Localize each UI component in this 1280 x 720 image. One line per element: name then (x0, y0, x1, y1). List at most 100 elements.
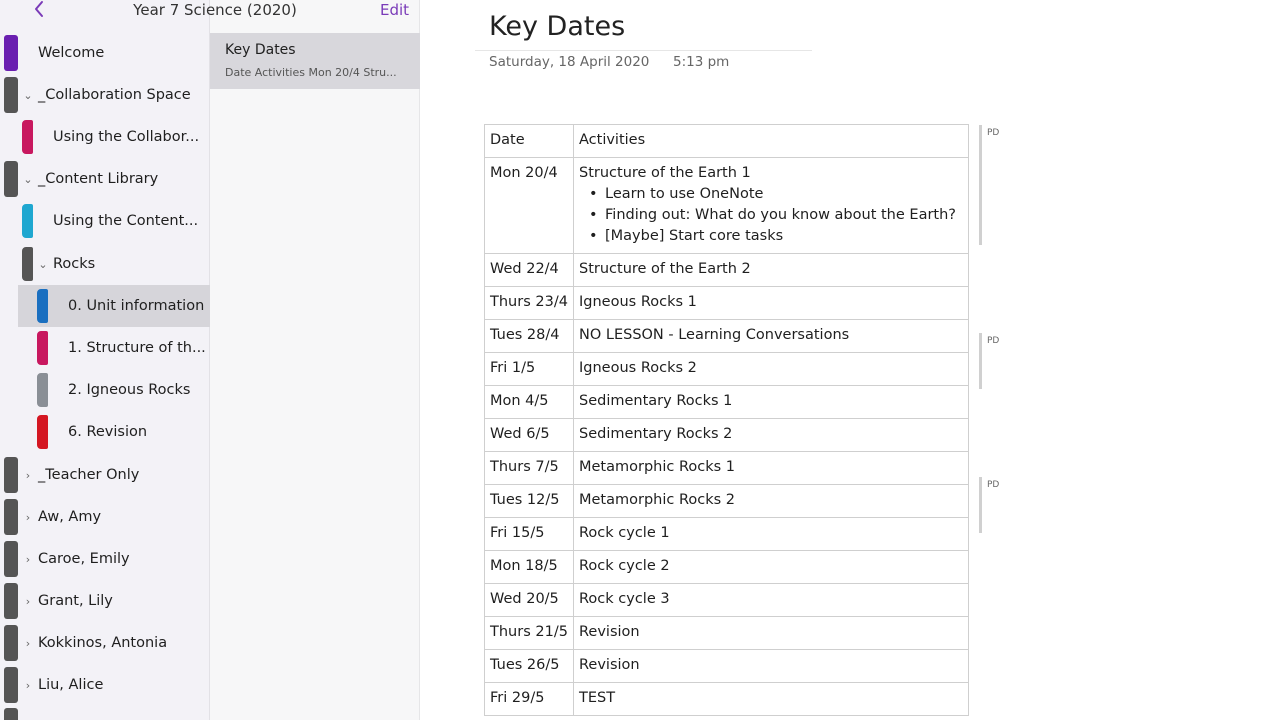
date-cell[interactable]: Fri 15/5 (484, 517, 574, 551)
date-cell[interactable]: Thurs 21/5 (484, 616, 574, 650)
date-cell[interactable]: Tues 12/5 (484, 484, 574, 518)
nav-group-rocks[interactable]: ⌄ Rocks (0, 243, 210, 285)
chevron-right-icon[interactable]: › (23, 595, 33, 608)
activity-cell[interactable]: TEST (573, 682, 969, 716)
table-row: Mon 18/5 Rock cycle 2 (484, 550, 969, 584)
chevron-right-icon[interactable]: › (23, 679, 33, 692)
nav-group-kokkinos-antonia[interactable]: › Kokkinos, Antonia (0, 622, 210, 664)
chevron-right-icon[interactable]: › (23, 637, 33, 650)
date-cell[interactable]: Thurs 7/5 (484, 451, 574, 485)
page-title[interactable]: Key Dates (489, 11, 625, 42)
nav-item-welcome[interactable]: Welcome (0, 32, 210, 74)
activity-text: Metamorphic Rocks 1 (579, 459, 736, 475)
activity-text: Structure of the Earth 2 (579, 261, 751, 277)
author-tag-bar (979, 125, 982, 245)
activity-cell[interactable]: Sedimentary Rocks 2 (573, 418, 969, 452)
group-color-tab (22, 247, 33, 281)
date-cell[interactable]: Thurs 23/4 (484, 286, 574, 320)
activity-cell[interactable]: Revision (573, 649, 969, 683)
table-header-cell[interactable]: Activities (573, 124, 969, 158)
chevron-right-icon[interactable]: › (23, 511, 33, 524)
nav-item-label: Liu, Alice (38, 677, 104, 693)
table-header-cell[interactable]: Date (484, 124, 574, 158)
nav-section-igneous[interactable]: 2. Igneous Rocks (0, 369, 210, 411)
date-cell[interactable]: Tues 28/4 (484, 319, 574, 353)
date-cell[interactable]: Mon 4/5 (484, 385, 574, 419)
date-cell[interactable]: Mon 20/4 (484, 157, 574, 254)
group-color-tab (4, 625, 18, 661)
date-cell[interactable]: Mon 18/5 (484, 550, 574, 584)
activity-text: Structure of the Earth 1 (579, 165, 751, 181)
activity-cell[interactable]: NO LESSON - Learning Conversations (573, 319, 969, 353)
nav-group-liu-alice[interactable]: › Liu, Alice (0, 664, 210, 706)
nav-item-label: Rocks (53, 256, 96, 272)
nav-group-aw-amy[interactable]: › Aw, Amy (0, 496, 210, 538)
chevron-right-icon[interactable]: › (23, 553, 33, 566)
table-row: Wed 6/5 Sedimentary Rocks 2 (484, 418, 969, 452)
activity-cell[interactable]: Revision (573, 616, 969, 650)
table-row: Thurs 23/4 Igneous Rocks 1 (484, 286, 969, 320)
activity-cell[interactable]: Rock cycle 1 (573, 517, 969, 551)
chevron-down-icon[interactable]: ⌄ (38, 258, 48, 271)
section-color-tab (37, 331, 48, 365)
activity-text: Sedimentary Rocks 2 (579, 426, 733, 442)
nav-group-collaboration-space[interactable]: ⌄ _Collaboration Space (0, 74, 210, 116)
notebook-header: Year 7 Science (2020) Edit (0, 0, 420, 24)
chevron-down-icon[interactable]: ⌄ (23, 89, 33, 102)
activity-cell[interactable]: Structure of the Earth 1 Learn to use One… (573, 157, 969, 254)
chevron-down-icon[interactable]: ⌄ (23, 173, 33, 186)
nav-group-content-library[interactable]: ⌄ _Content Library (0, 158, 210, 200)
table-row: Wed 22/4 Structure of the Earth 2 (484, 253, 969, 287)
nav-group-grant-lily[interactable]: › Grant, Lily (0, 580, 210, 622)
activity-text: Igneous Rocks 2 (579, 360, 697, 376)
back-button[interactable] (33, 0, 53, 22)
date-cell[interactable]: Fri 1/5 (484, 352, 574, 386)
nav-section-using-content[interactable]: Using the Content... (0, 200, 210, 242)
page-item-key-dates[interactable]: Key Dates Date Activities Mon 20/4 Stru.… (210, 33, 420, 89)
activity-cell[interactable]: Metamorphic Rocks 2 (573, 484, 969, 518)
table-row: Mon 4/5 Sedimentary Rocks 1 (484, 385, 969, 419)
date-cell[interactable]: Tues 26/5 (484, 649, 574, 683)
chevron-right-icon[interactable]: › (23, 469, 33, 482)
activity-text: Metamorphic Rocks 2 (579, 492, 736, 508)
activity-cell[interactable]: Rock cycle 2 (573, 550, 969, 584)
bullet-item: Learn to use OneNote (589, 184, 963, 205)
nav-section-structure[interactable]: 1. Structure of th... (0, 327, 210, 369)
activity-cell[interactable]: Structure of the Earth 2 (573, 253, 969, 287)
date-cell[interactable]: Wed 22/4 (484, 253, 574, 287)
activity-text: Sedimentary Rocks 1 (579, 393, 733, 409)
date-cell[interactable]: Wed 6/5 (484, 418, 574, 452)
activity-cell[interactable]: Igneous Rocks 1 (573, 286, 969, 320)
activity-cell[interactable]: Rock cycle 3 (573, 583, 969, 617)
group-color-tab (4, 161, 18, 197)
activity-cell[interactable]: Metamorphic Rocks 1 (573, 451, 969, 485)
author-tag-bar (979, 477, 982, 533)
table-row: Mon 20/4 Structure of the Earth 1 Learn to… (484, 157, 969, 254)
title-divider (475, 50, 812, 51)
page-item-title: Key Dates (225, 42, 296, 58)
nav-item-label: Welcome (38, 45, 105, 61)
section-color-tab (22, 120, 33, 154)
table-row: Wed 20/5 Rock cycle 3 (484, 583, 969, 617)
key-dates-table[interactable]: Date Activities Mon 20/4 Structure of the… (484, 124, 969, 716)
edit-button[interactable]: Edit (380, 1, 409, 19)
nav-item-label: 0. Unit information (68, 298, 205, 314)
date-cell[interactable]: Fri 29/5 (484, 682, 574, 716)
nav-section-unit-information[interactable]: 0. Unit information (18, 285, 210, 327)
bullet-item: [Maybe] Start core tasks (589, 226, 963, 247)
nav-item-label: _Teacher Only (38, 467, 140, 483)
section-color-tab (37, 289, 48, 323)
nav-group-teacher-only[interactable]: › _Teacher Only (0, 454, 210, 496)
nav-section-revision[interactable]: 6. Revision (0, 411, 210, 453)
table-row: Thurs 7/5 Metamorphic Rocks 1 (484, 451, 969, 485)
nav-section-using-collaboration[interactable]: Using the Collabor... (0, 116, 210, 158)
page-item-preview: Date Activities Mon 20/4 Stru... (225, 66, 397, 79)
activity-cell[interactable]: Igneous Rocks 2 (573, 352, 969, 386)
group-color-tab (4, 583, 18, 619)
nav-group-caroe-emily[interactable]: › Caroe, Emily (0, 538, 210, 580)
activity-cell[interactable]: Sedimentary Rocks 1 (573, 385, 969, 419)
nav-item-label: 6. Revision (68, 424, 148, 440)
page-date: Saturday, 18 April 2020 (489, 54, 650, 70)
date-cell[interactable]: Wed 20/5 (484, 583, 574, 617)
author-tag: PD (987, 336, 1000, 346)
